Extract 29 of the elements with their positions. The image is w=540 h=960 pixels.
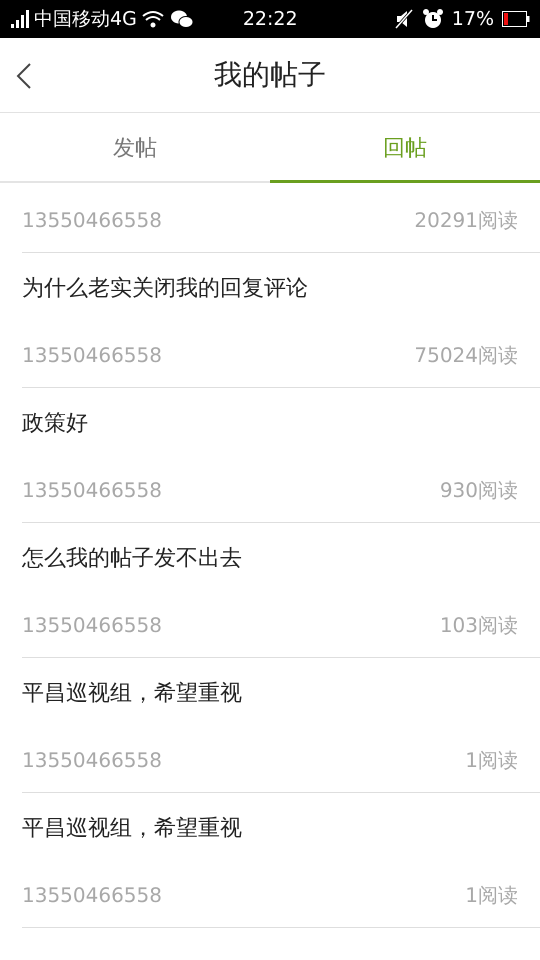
- read-count: 103阅读: [440, 612, 518, 639]
- author-phone: 13550466558: [22, 342, 162, 369]
- author-phone: 13550466558: [22, 207, 162, 234]
- author-phone: 13550466558: [22, 747, 162, 774]
- chat-icon: [170, 9, 193, 29]
- read-count: 20291阅读: [414, 207, 518, 234]
- clock-text: 22:22: [242, 6, 298, 32]
- alarm-icon: [422, 8, 444, 30]
- tab[interactable]: 发帖: [0, 113, 270, 181]
- back-icon[interactable]: [16, 63, 32, 89]
- read-count: 930阅读: [440, 477, 518, 504]
- page-title: 我的帖子: [214, 57, 326, 93]
- battery-icon: [502, 11, 530, 27]
- author-phone: 13550466558: [22, 882, 162, 909]
- post-title[interactable]: 怎么我的帖子发不出去: [22, 523, 540, 593]
- battery-text: 17%: [452, 6, 494, 32]
- author-phone: 13550466558: [22, 612, 162, 639]
- post-title[interactable]: 平昌巡视组，希望重视: [22, 793, 540, 863]
- post-title[interactable]: 为什么老实关闭我的回复评论: [22, 253, 540, 323]
- post-title[interactable]: 政策好: [22, 388, 540, 458]
- mute-icon: [394, 9, 414, 29]
- post-title[interactable]: 平昌巡视组，希望重视: [22, 658, 540, 728]
- read-count: 1阅读: [465, 747, 518, 774]
- read-count: 1阅读: [465, 882, 518, 909]
- carrier-text: 中国移动4G: [34, 6, 137, 32]
- author-phone: 13550466558: [22, 477, 162, 504]
- wifi-icon: [140, 10, 165, 28]
- read-count: 75024阅读: [414, 342, 518, 369]
- signal-icon: [10, 10, 32, 28]
